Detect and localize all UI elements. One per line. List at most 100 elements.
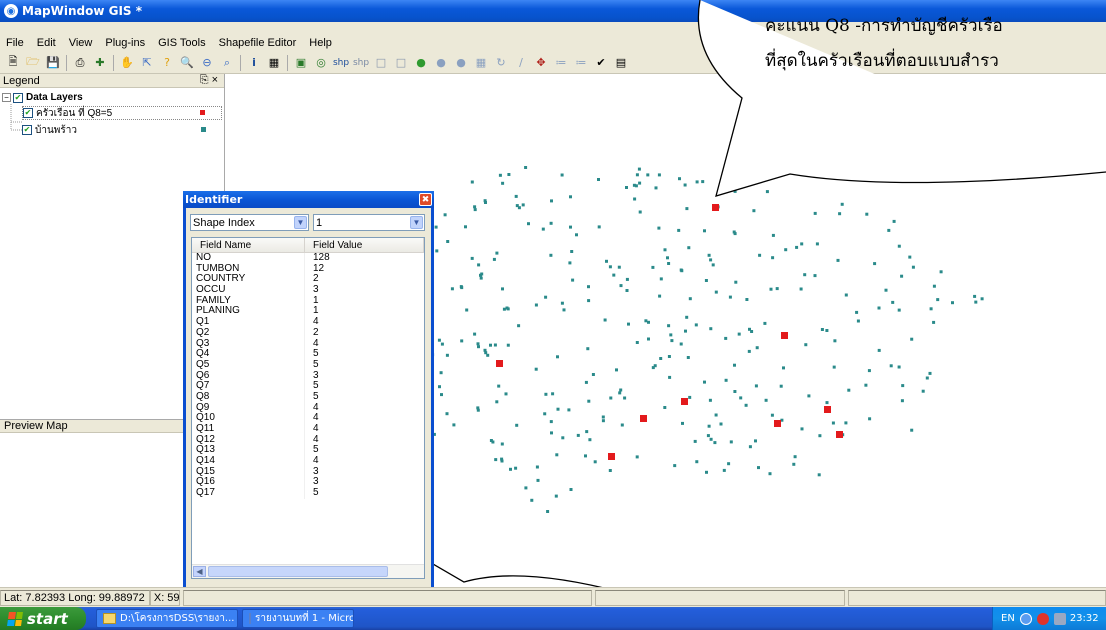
household-point[interactable] — [803, 273, 807, 277]
household-point[interactable] — [727, 462, 731, 466]
household-point[interactable] — [701, 180, 705, 184]
household-point[interactable] — [450, 287, 454, 291]
household-point[interactable] — [748, 327, 751, 331]
grid-row-country[interactable]: COUNTRY 2 — [192, 274, 424, 286]
household-point[interactable] — [556, 407, 560, 411]
grid-row-q16[interactable]: Q16 3 — [192, 477, 424, 489]
household-point[interactable] — [561, 436, 565, 440]
household-point[interactable] — [817, 473, 821, 477]
household-point[interactable] — [584, 380, 588, 384]
scroll-thumb[interactable] — [208, 566, 388, 577]
household-point[interactable] — [560, 301, 564, 305]
add-layer-icon[interactable]: ✚ — [92, 55, 108, 71]
household-point[interactable] — [619, 284, 623, 288]
household-point[interactable] — [706, 434, 710, 438]
household-point[interactable] — [486, 353, 490, 357]
household-point[interactable] — [445, 353, 449, 357]
household-point[interactable] — [818, 434, 822, 438]
menu-gis-tools[interactable]: GIS Tools — [158, 37, 206, 49]
identifier-titlebar[interactable]: Identifier ✖ — [183, 191, 434, 208]
household-point-q8-5[interactable] — [640, 415, 647, 422]
household-point[interactable] — [677, 228, 681, 232]
household-point-q8-5[interactable] — [608, 453, 615, 460]
household-point[interactable] — [584, 454, 587, 458]
household-point[interactable] — [680, 269, 684, 273]
household-point[interactable] — [632, 183, 636, 187]
household-point[interactable] — [980, 297, 984, 301]
household-point[interactable] — [820, 328, 824, 331]
household-point[interactable] — [688, 395, 692, 399]
household-point[interactable] — [644, 319, 648, 323]
household-point[interactable] — [445, 412, 449, 416]
household-point[interactable] — [771, 256, 775, 260]
grid-row-q2[interactable]: Q2 2 — [192, 327, 424, 339]
household-point[interactable] — [501, 181, 505, 185]
shield-icon[interactable] — [1036, 612, 1049, 625]
household-point[interactable] — [832, 365, 836, 369]
household-point[interactable] — [768, 472, 772, 476]
household-point[interactable] — [608, 469, 612, 472]
language-indicator[interactable]: EN — [1001, 613, 1015, 624]
household-point[interactable] — [685, 207, 689, 211]
household-point[interactable] — [900, 274, 904, 278]
household-point[interactable] — [438, 385, 441, 389]
household-point[interactable] — [509, 467, 512, 471]
household-point[interactable] — [775, 287, 779, 291]
household-point[interactable] — [654, 186, 658, 190]
household-point[interactable] — [647, 337, 650, 341]
household-point-q8-5[interactable] — [496, 360, 503, 367]
household-point[interactable] — [771, 233, 775, 237]
household-point[interactable] — [758, 253, 762, 257]
grid-row-q13[interactable]: Q13 5 — [192, 445, 424, 457]
household-point[interactable] — [536, 478, 540, 482]
household-point[interactable] — [618, 391, 622, 395]
household-point[interactable] — [825, 401, 829, 405]
shape-index-select[interactable]: 1 ▼ — [313, 214, 425, 231]
household-point[interactable] — [507, 173, 511, 176]
household-point[interactable] — [748, 445, 752, 449]
household-point[interactable] — [779, 384, 783, 388]
household-point[interactable] — [568, 261, 572, 265]
circle-green-icon[interactable]: ● — [413, 55, 429, 71]
household-point[interactable] — [733, 189, 737, 193]
household-point[interactable] — [615, 368, 618, 372]
household-point[interactable] — [623, 396, 627, 400]
household-point[interactable] — [868, 417, 872, 421]
household-point[interactable] — [694, 323, 698, 327]
chevron-down-icon[interactable]: ▼ — [410, 216, 423, 229]
household-point[interactable] — [825, 329, 829, 332]
household-point[interactable] — [709, 327, 713, 331]
household-point[interactable] — [601, 419, 605, 423]
household-point[interactable] — [754, 439, 757, 443]
household-point[interactable] — [755, 346, 759, 350]
household-point[interactable] — [681, 421, 684, 425]
household-point[interactable] — [865, 212, 869, 216]
household-point[interactable] — [673, 464, 677, 468]
grid-row-q9[interactable]: Q9 4 — [192, 402, 424, 414]
household-point[interactable] — [844, 421, 848, 425]
taskbar-item-word[interactable]: รายงานบทที่ 1 - Micro... — [242, 609, 354, 628]
household-point[interactable] — [541, 227, 545, 231]
household-point[interactable] — [500, 442, 504, 446]
grid-icon[interactable]: ▦ — [473, 55, 489, 71]
identifier-window[interactable]: Identifier ✖ Shape Index ▼ 1 ▼ Field Nam… — [183, 191, 434, 597]
household-point[interactable] — [807, 394, 811, 398]
chevron-down-icon[interactable]: ▼ — [294, 216, 307, 229]
household-point[interactable] — [973, 294, 977, 298]
grid-row-q10[interactable]: Q10 4 — [192, 413, 424, 424]
household-point[interactable] — [495, 400, 499, 404]
taskbar-item-explorer[interactable]: D:\โครงการDSS\รายงา... — [96, 609, 238, 628]
household-point[interactable] — [729, 170, 733, 174]
household-point[interactable] — [887, 228, 891, 232]
household-point[interactable] — [723, 167, 727, 171]
household-point[interactable] — [567, 408, 571, 412]
household-point-q8-5[interactable] — [681, 398, 688, 405]
household-point[interactable] — [437, 338, 441, 342]
household-point[interactable] — [663, 406, 667, 409]
household-point[interactable] — [877, 306, 881, 310]
household-point[interactable] — [554, 494, 558, 498]
household-point[interactable] — [873, 262, 877, 266]
doc-icon[interactable]: □ — [373, 55, 389, 71]
check-icon[interactable]: ✔ — [593, 55, 609, 71]
household-point[interactable] — [593, 460, 597, 464]
